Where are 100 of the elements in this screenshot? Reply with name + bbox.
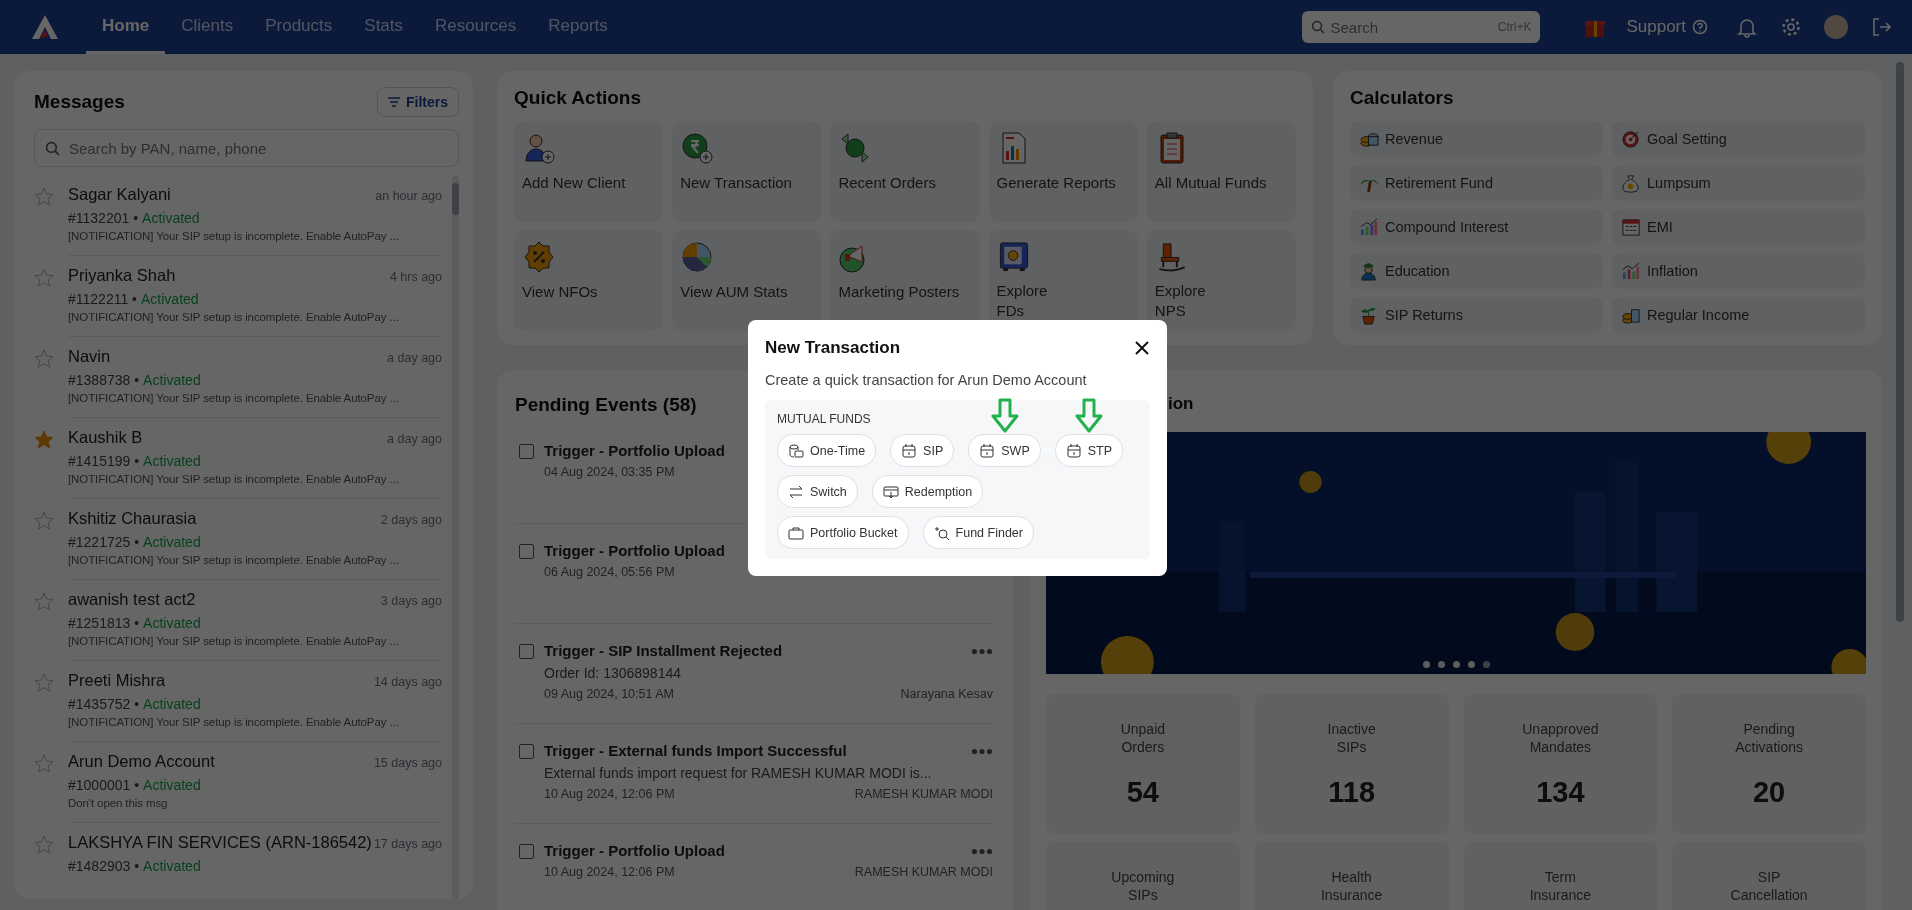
client-code: #1435752 • [68, 696, 140, 712]
settings-icon[interactable] [1780, 16, 1802, 38]
quick-action-tile[interactable]: New Transaction [672, 121, 822, 222]
star-icon[interactable] [34, 754, 54, 774]
transaction-option[interactable]: SIP [890, 434, 955, 467]
quick-action-tile[interactable]: View AUM Stats [672, 230, 822, 331]
event-date: 09 Aug 2024, 10:51 AM [544, 687, 674, 701]
bell-icon[interactable] [1736, 16, 1758, 38]
calculator-item[interactable]: Inflation [1612, 253, 1865, 289]
transaction-option[interactable]: Switch [777, 475, 858, 508]
carousel-dot[interactable] [1452, 661, 1460, 668]
timestamp: 4 hrs ago [389, 270, 442, 284]
filter-icon [388, 97, 400, 107]
avatar[interactable] [1824, 15, 1848, 39]
more-icon[interactable] [971, 648, 993, 655]
calculator-item[interactable]: Lumpsum [1612, 165, 1865, 201]
client-name[interactable]: awanish test act2 [68, 590, 196, 609]
client-name[interactable]: Kaushik B [68, 428, 143, 447]
checkbox[interactable] [519, 644, 534, 659]
event-date: 10 Aug 2024, 12:06 PM [544, 787, 675, 801]
status-text: Activated [143, 372, 201, 388]
stat-card[interactable]: Term Insurance [1463, 842, 1658, 910]
checkbox[interactable] [519, 744, 534, 759]
calculator-item[interactable]: SIP Returns [1350, 297, 1603, 333]
client-name[interactable]: Navin [68, 347, 111, 366]
status-text: Activated [142, 210, 200, 226]
client-name[interactable]: Arun Demo Account [68, 752, 215, 771]
client-name[interactable]: Preeti Mishra [68, 671, 166, 690]
logo-icon[interactable] [32, 15, 58, 39]
star-icon[interactable] [34, 430, 54, 450]
transaction-option[interactable]: SWP [968, 434, 1041, 467]
star-icon[interactable] [34, 268, 54, 288]
bar-chart-icon [1621, 261, 1641, 281]
quick-action-tile[interactable]: Add New Client [514, 121, 664, 222]
support-link[interactable]: Support [1620, 16, 1714, 38]
stat-card[interactable]: Health Insurance [1254, 842, 1449, 910]
carousel-dot[interactable] [1422, 661, 1430, 668]
carousel-dot[interactable] [1467, 661, 1475, 668]
client-name[interactable]: LAKSHYA FIN SERVICES (ARN-186542) [68, 833, 372, 852]
star-icon[interactable] [34, 187, 54, 207]
nav-tab[interactable]: Reports [532, 0, 624, 54]
client-name[interactable]: Priyanka Shah [68, 266, 176, 285]
checkbox[interactable] [519, 544, 534, 559]
stat-card[interactable]: Inactive SIPs 118 [1254, 694, 1449, 834]
quick-action-tile[interactable]: Recent Orders [830, 121, 980, 222]
more-icon[interactable] [971, 848, 993, 855]
quick-action-tile[interactable]: Generate Reports [988, 121, 1138, 222]
transaction-option[interactable]: Fund Finder [922, 516, 1034, 549]
stat-card[interactable]: Upcoming SIPs [1046, 842, 1240, 910]
calculator-item[interactable]: Education [1350, 253, 1603, 289]
calculator-item[interactable]: Compound Interest [1350, 209, 1603, 245]
transaction-option[interactable]: One-Time [777, 434, 877, 467]
scrollbar[interactable] [452, 175, 459, 899]
stat-card[interactable]: Unapproved Mandates 134 [1463, 694, 1658, 834]
filters-button[interactable]: Filters [377, 87, 459, 117]
quick-action-tile[interactable]: All Mutual Funds [1146, 121, 1296, 222]
more-icon[interactable] [971, 748, 993, 755]
star-icon[interactable] [34, 592, 54, 612]
calculator-item[interactable]: EMI [1612, 209, 1865, 245]
client-name[interactable]: Sagar Kalyani [68, 185, 171, 204]
transaction-option[interactable]: Portfolio Bucket [777, 516, 909, 549]
nav-tab[interactable]: Clients [165, 0, 250, 54]
star-icon[interactable] [34, 349, 54, 369]
event-assignee: RAMESH KUMAR MODI [854, 787, 993, 801]
calculator-item[interactable]: Retirement Fund [1350, 165, 1603, 201]
timestamp: 2 days ago [380, 513, 442, 527]
transaction-option[interactable]: STP [1054, 434, 1124, 467]
message-preview: [NOTIFICATION] Your SIP setup is incomplete. Enable AutoPay ... [68, 716, 400, 728]
calculator-item[interactable]: Goal Setting [1612, 121, 1865, 157]
calculator-item[interactable]: Revenue [1350, 121, 1603, 157]
scrollbar[interactable] [1896, 62, 1904, 622]
nav-tab[interactable]: Stats [348, 0, 420, 54]
event-title: Trigger - Portfolio Upload [544, 842, 725, 859]
calculator-item[interactable]: Regular Income [1612, 297, 1865, 333]
star-icon[interactable] [34, 673, 54, 693]
transaction-option[interactable]: Redemption [871, 475, 984, 508]
stat-card[interactable]: Unpaid Orders 54 [1046, 694, 1240, 834]
carousel-dot[interactable] [1437, 661, 1445, 668]
nav-tab[interactable]: Home [86, 0, 166, 54]
stat-card[interactable]: SIP Cancellation [1672, 842, 1866, 910]
panel-title: Pending Events (58) [515, 394, 698, 416]
stat-card[interactable]: Pending Activations 20 [1672, 694, 1866, 834]
client-name[interactable]: Kshitiz Chaurasia [68, 509, 197, 528]
checkbox[interactable] [519, 844, 534, 859]
logout-icon[interactable] [1870, 16, 1892, 38]
carousel-dot[interactable] [1482, 661, 1490, 668]
client-code: #1482903 • [68, 858, 140, 874]
star-icon[interactable] [34, 835, 54, 855]
nav-tab[interactable]: Resources [419, 0, 533, 54]
panel-title: Calculators [1350, 87, 1455, 109]
event-title: Trigger - External funds Import Successful [544, 742, 847, 759]
event-assignee: RAMESH KUMAR MODI [854, 865, 993, 879]
quick-action-tile[interactable]: Explore NPS [1146, 230, 1296, 331]
client-code: #1415199 • [68, 453, 140, 469]
quick-action-tile[interactable]: View NFOs [514, 230, 664, 331]
close-icon[interactable] [1134, 340, 1150, 356]
nav-tab[interactable]: Products [249, 0, 349, 54]
timestamp: an hour ago [375, 189, 442, 203]
checkbox[interactable] [519, 444, 534, 459]
star-icon[interactable] [34, 511, 54, 531]
